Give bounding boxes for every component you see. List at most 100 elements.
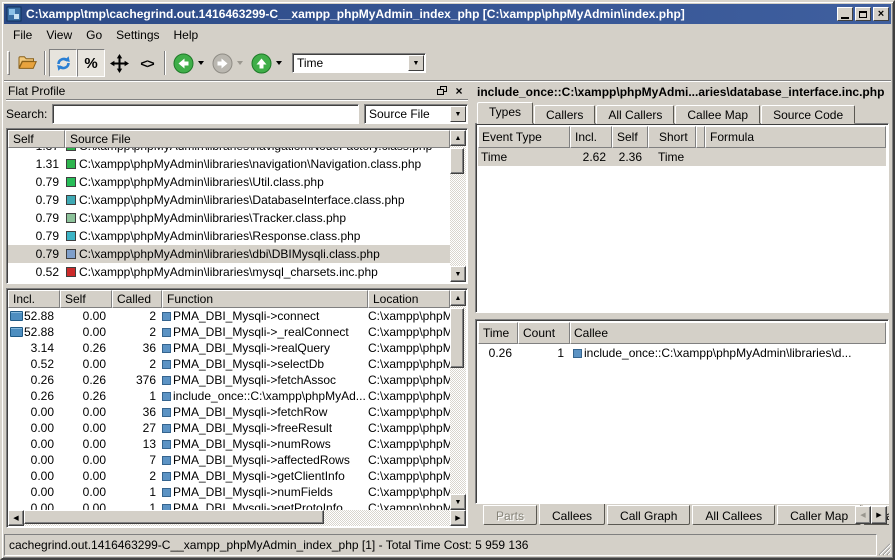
column-header-called[interactable]: Called: [112, 290, 162, 308]
file-list-row[interactable]: 0.79C:\xampp\phpMyAdmin\libraries\dbi\DB…: [8, 245, 450, 263]
column-header-source-file[interactable]: Source File: [65, 130, 450, 148]
column-header-incl-[interactable]: Incl.: [570, 126, 612, 148]
maximize-button[interactable]: [855, 7, 871, 21]
app-icon: [6, 6, 22, 22]
column-header-time[interactable]: Time: [478, 322, 518, 344]
dropdown-caret-icon[interactable]: [237, 61, 243, 65]
file-list-row[interactable]: 1.37C:\xampp\phpMyAdmin\libraries\naviga…: [8, 148, 450, 155]
open-file-button[interactable]: [13, 49, 41, 77]
tab-caller-map[interactable]: Caller Map: [777, 505, 861, 525]
tab-scroll-left-button[interactable]: ◀: [855, 506, 871, 524]
search-input[interactable]: [52, 104, 359, 124]
scrollbar-track[interactable]: [450, 306, 466, 494]
function-row[interactable]: 0.260.261include_once::C:\xampp\phpMyAd.…: [8, 388, 450, 404]
callee-row[interactable]: 0.261 include_once::C:\xampp\phpMyAdmin\…: [478, 344, 886, 362]
tab-callers[interactable]: Callers: [534, 105, 595, 124]
tab-scroll-right-button[interactable]: ▶: [871, 506, 887, 524]
menu-item-settings[interactable]: Settings: [109, 26, 166, 44]
minimize-button[interactable]: [837, 7, 853, 21]
refresh-button[interactable]: [49, 49, 77, 77]
column-header-location[interactable]: Location: [368, 290, 450, 308]
tab-source-code[interactable]: Source Code: [761, 105, 855, 124]
column-header-event-type[interactable]: Event Type: [478, 126, 570, 148]
function-row[interactable]: 0.260.26376PMA_DBI_Mysqli->fetchAssocC:\…: [8, 372, 450, 388]
scrollbar-thumb[interactable]: [450, 148, 464, 174]
scroll-down-button[interactable]: ▼: [450, 494, 466, 510]
menu-item-go[interactable]: Go: [79, 26, 109, 44]
tab-types[interactable]: Types: [477, 102, 533, 124]
file-list-row[interactable]: 0.79C:\xampp\phpMyAdmin\libraries\Respon…: [8, 227, 450, 245]
column-header-self[interactable]: Self: [60, 290, 112, 308]
column-header-function[interactable]: Function: [162, 290, 368, 308]
function-row[interactable]: 0.000.0027PMA_DBI_Mysqli->freeResultC:\x…: [8, 420, 450, 436]
scroll-right-button[interactable]: ▶: [450, 510, 466, 526]
tab-call-graph[interactable]: Call Graph: [607, 505, 690, 525]
function-row[interactable]: 0.000.007PMA_DBI_Mysqli->affectedRowsC:\…: [8, 452, 450, 468]
dock-close-button[interactable]: ×: [452, 84, 466, 97]
event-type-row[interactable]: Time2.622.36Time: [478, 148, 886, 166]
column-header-callee[interactable]: Callee: [570, 322, 886, 344]
minimize-icon: [841, 17, 849, 19]
scrollbar-thumb[interactable]: [24, 510, 324, 524]
column-header-count[interactable]: Count: [518, 322, 570, 344]
tab-callee-map[interactable]: Callee Map: [675, 105, 760, 124]
function-row[interactable]: 52.880.002PMA_DBI_Mysqli->_realConnectC:…: [8, 324, 450, 340]
scrollbar-thumb[interactable]: [450, 308, 464, 368]
function-row[interactable]: 3.140.2636PMA_DBI_Mysqli->realQueryC:\xa…: [8, 340, 450, 356]
column-header-self[interactable]: Self: [8, 130, 65, 148]
dropdown-caret-icon[interactable]: [276, 61, 282, 65]
menu-item-help[interactable]: Help: [167, 26, 206, 44]
move-button[interactable]: [105, 49, 133, 77]
file-list-row[interactable]: 0.52C:\xampp\phpMyAdmin\libraries\user_p…: [8, 281, 450, 282]
up-button[interactable]: [247, 49, 286, 77]
column-header-short[interactable]: Short: [648, 126, 696, 148]
scroll-up-button[interactable]: ▲: [450, 130, 466, 146]
column-header-self[interactable]: Self: [612, 126, 648, 148]
tab-all-callees[interactable]: All Callees: [692, 505, 775, 525]
scrollbar-track[interactable]: [24, 510, 450, 526]
file-list-row[interactable]: 0.79C:\xampp\phpMyAdmin\libraries\Util.c…: [8, 173, 450, 191]
function-row[interactable]: 52.880.002PMA_DBI_Mysqli->connectC:\xamp…: [8, 308, 450, 324]
resize-grip[interactable]: [877, 534, 891, 556]
function-table-vertical-scrollbar[interactable]: ▲ ▼: [450, 290, 466, 510]
close-button[interactable]: ×: [873, 7, 889, 21]
function-row[interactable]: 0.000.002PMA_DBI_Mysqli->getClientInfoC:…: [8, 468, 450, 484]
function-row[interactable]: 0.000.0013PMA_DBI_Mysqli->numRowsC:\xamp…: [8, 436, 450, 452]
scrollbar-track[interactable]: [450, 146, 466, 266]
dock-float-button[interactable]: [435, 84, 449, 97]
menu-item-view[interactable]: View: [39, 26, 79, 44]
tab-callees[interactable]: Callees: [539, 504, 605, 525]
scroll-down-button[interactable]: ▼: [450, 266, 466, 282]
up-icon: [251, 53, 272, 74]
back-button[interactable]: [169, 49, 208, 77]
event-type-combo[interactable]: Time ▼: [292, 53, 426, 73]
column-header-spacer[interactable]: [696, 126, 705, 148]
dock-title-bar[interactable]: Flat Profile ×: [6, 82, 468, 100]
dropdown-caret-icon[interactable]: [198, 61, 204, 65]
function-table-horizontal-scrollbar[interactable]: ◀ ▶: [8, 510, 466, 526]
file-list-vertical-scrollbar[interactable]: ▲ ▼: [450, 130, 466, 282]
scroll-up-button[interactable]: ▲: [450, 290, 466, 306]
toolbar-grip[interactable]: [7, 51, 10, 75]
function-row[interactable]: 0.000.001PMA_DBI_Mysqli->numFieldsC:\xam…: [8, 484, 450, 500]
function-row[interactable]: 0.000.0036PMA_DBI_Mysqli->fetchRowC:\xam…: [8, 404, 450, 420]
file-list-row[interactable]: 0.52C:\xampp\phpMyAdmin\libraries\mysql_…: [8, 263, 450, 281]
search-row: Search: Source File ▼: [6, 100, 468, 128]
scroll-left-button[interactable]: ◀: [8, 510, 24, 526]
percent-button[interactable]: %: [77, 49, 105, 77]
grouping-combo[interactable]: Source File ▼: [364, 104, 468, 124]
column-header-formula[interactable]: Formula: [705, 126, 886, 148]
combo-dropdown-button[interactable]: ▼: [408, 55, 424, 71]
combo-dropdown-button[interactable]: ▼: [450, 106, 466, 122]
types-view: Event TypeIncl.SelfShort Formula Time2.62…: [475, 123, 889, 313]
menu-item-file[interactable]: File: [6, 26, 39, 44]
function-row[interactable]: 0.520.002PMA_DBI_Mysqli->selectDbC:\xamp…: [8, 356, 450, 372]
function-row[interactable]: 0.000.001PMA_DBI_Mysqli->getProtoInfoC:\…: [8, 500, 450, 510]
source-view-button[interactable]: <>: [133, 49, 161, 77]
title-bar[interactable]: C:\xampp\tmp\cachegrind.out.1416463299-C…: [4, 4, 891, 24]
file-list-row[interactable]: 0.79C:\xampp\phpMyAdmin\libraries\Databa…: [8, 191, 450, 209]
file-list-row[interactable]: 1.31C:\xampp\phpMyAdmin\libraries\naviga…: [8, 155, 450, 173]
column-header-incl-[interactable]: Incl.: [8, 290, 60, 308]
tab-all-callers[interactable]: All Callers: [596, 105, 674, 124]
file-list-row[interactable]: 0.79C:\xampp\phpMyAdmin\libraries\Tracke…: [8, 209, 450, 227]
